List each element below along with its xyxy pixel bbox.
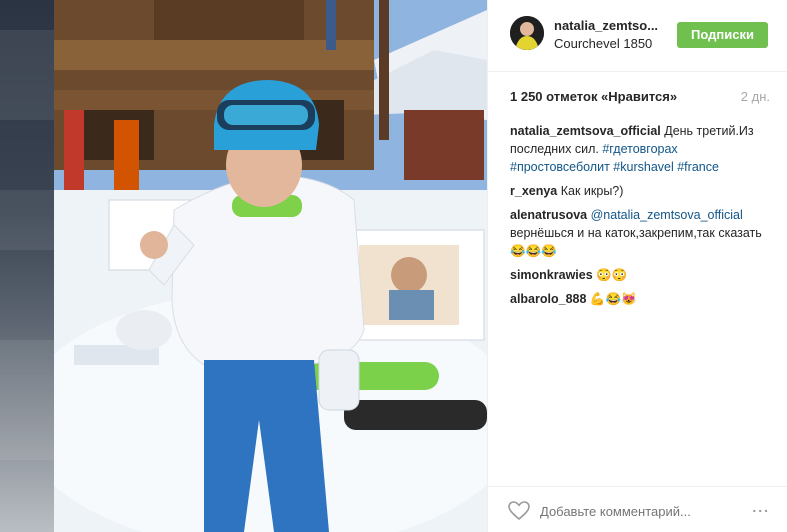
location-link[interactable]: Courchevel 1850: [554, 36, 652, 51]
likes-count[interactable]: 1 250 отметок «Нравится»: [510, 89, 677, 104]
comment-author-link[interactable]: albarolo_888: [510, 292, 586, 306]
hashtag-link[interactable]: @natalia_zemtsova_official: [591, 208, 743, 222]
post-time[interactable]: 2 дн.: [741, 89, 770, 104]
comment-item: albarolo_888 💪😂😻: [510, 290, 770, 308]
follow-button[interactable]: Подписки: [677, 22, 768, 48]
comment-input[interactable]: [540, 501, 710, 521]
hashtag-link[interactable]: #france: [677, 160, 719, 174]
likes-row: 1 250 отметок «Нравится» 2 дн.: [510, 89, 770, 105]
more-options-icon[interactable]: ...: [752, 499, 770, 515]
comment-item: natalia_zemtsova_official День третий.Из…: [510, 122, 770, 176]
comment-author-link[interactable]: r_xenya: [510, 184, 557, 198]
hashtag-link[interactable]: #простовсеболит: [510, 160, 610, 174]
comment-text: 😳😳: [592, 268, 628, 282]
comment-text: 💪😂😻: [586, 292, 637, 306]
modal-backdrop[interactable]: [0, 0, 54, 532]
comment-text: вернёшься и на каток,закрепим,так сказат…: [510, 226, 762, 258]
comment-author-link[interactable]: simonkrawies: [510, 268, 593, 282]
comment-item: simonkrawies 😳😳: [510, 266, 770, 284]
comment-author-link[interactable]: natalia_zemtsova_official: [510, 124, 661, 138]
post-photo[interactable]: [54, 0, 487, 532]
post-header: natalia_zemtso... Courchevel 1850 Подпис…: [488, 0, 787, 72]
comment-item: alenatrusova @natalia_zemtsova_official …: [510, 206, 770, 260]
heart-icon[interactable]: [508, 501, 530, 521]
hashtag-link[interactable]: #гдетовгорах: [602, 142, 677, 156]
comment-item: r_xenya Как икры?): [510, 182, 770, 200]
username-link[interactable]: natalia_zemtso...: [554, 18, 674, 33]
comments-list: natalia_zemtsova_official День третий.Из…: [510, 122, 770, 314]
comment-bar: ...: [488, 486, 787, 532]
avatar-image: [510, 16, 544, 50]
hashtag-link[interactable]: #kurshavel: [613, 160, 673, 174]
post-details-panel: natalia_zemtso... Courchevel 1850 Подпис…: [487, 0, 787, 532]
avatar[interactable]: [510, 16, 544, 50]
comment-text: Как икры?): [557, 184, 624, 198]
comment-author-link[interactable]: alenatrusova: [510, 208, 587, 222]
photo-image: [54, 0, 487, 532]
